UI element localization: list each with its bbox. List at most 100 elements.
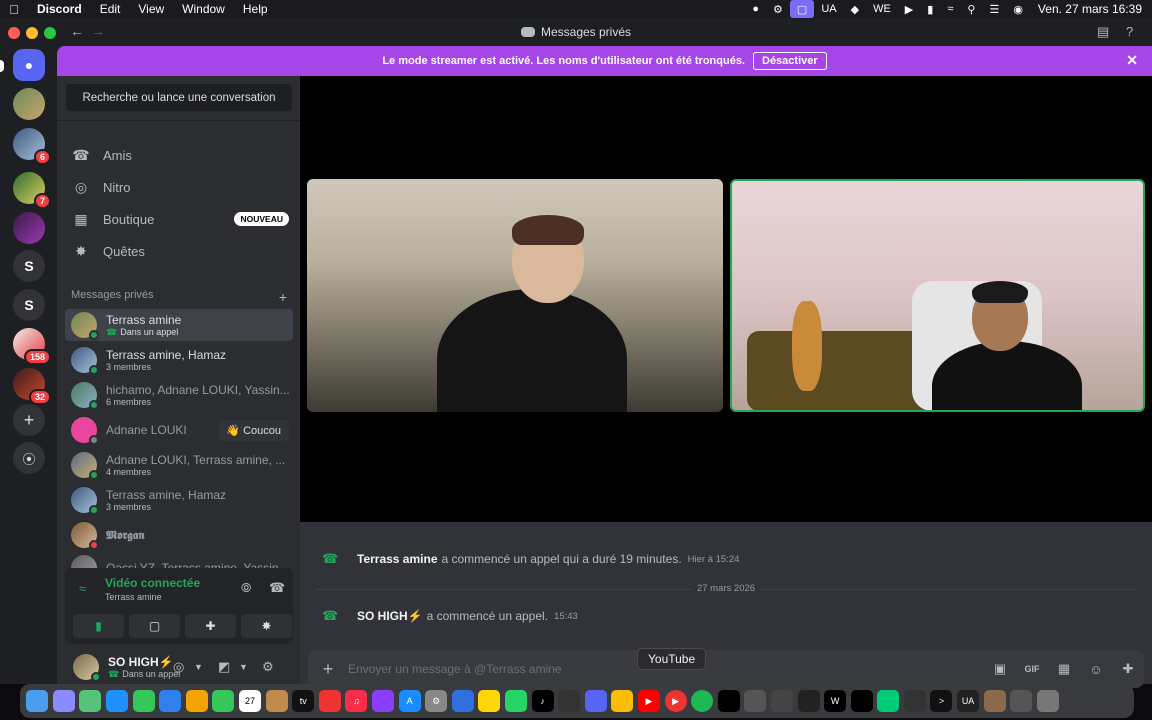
- music-icon[interactable]: ♫: [345, 690, 368, 712]
- terminal-icon[interactable]: >: [930, 690, 953, 712]
- wifi-icon[interactable]: ≈: [940, 0, 960, 18]
- add-server-button[interactable]: +: [13, 404, 45, 436]
- server-s-1[interactable]: S: [13, 250, 45, 282]
- server-6[interactable]: 32: [13, 368, 51, 405]
- attach-plus-icon[interactable]: +: [308, 659, 348, 680]
- screen-share-icon[interactable]: ▢: [789, 0, 815, 18]
- messages-icon[interactable]: [132, 690, 155, 712]
- disable-streamer-button[interactable]: Désactiver: [753, 52, 827, 70]
- photos-icon[interactable]: [185, 690, 208, 712]
- webex-icon[interactable]: [451, 690, 474, 712]
- close-icon[interactable]: ✕: [1126, 52, 1138, 69]
- video-tile-terrass[interactable]: [307, 179, 723, 412]
- new-dm-icon[interactable]: +: [279, 289, 287, 305]
- diamond-icon[interactable]: ◆: [844, 0, 866, 18]
- server-1[interactable]: [13, 88, 45, 120]
- apple-icon[interactable]: : [0, 2, 28, 17]
- ableton-icon[interactable]: [877, 690, 900, 712]
- app-store-icon[interactable]: A: [398, 690, 421, 712]
- camera-button[interactable]: ▮: [73, 614, 124, 638]
- soundboard-button[interactable]: ✸: [241, 614, 292, 638]
- play-icon[interactable]: ▶: [898, 0, 920, 18]
- nav-nitro[interactable]: ◎ Nitro: [65, 173, 293, 201]
- server-s-2[interactable]: S: [13, 289, 45, 321]
- screen-share-button[interactable]: ▢: [129, 614, 180, 638]
- disconnect-icon[interactable]: ☎: [269, 580, 285, 596]
- emoji-icon[interactable]: ☺: [1080, 662, 1112, 677]
- appletv-icon[interactable]: tv: [292, 690, 315, 712]
- downloads-icon[interactable]: [1010, 690, 1033, 712]
- dm-item[interactable]: 𝕸𝖔𝖗𝖌𝖆𝖓: [65, 519, 293, 551]
- chevron-down-icon[interactable]: ▼: [239, 662, 248, 672]
- dm-item[interactable]: Adnane LOUKI, Terrass amine, ... 4 membre…: [65, 449, 293, 481]
- server-5[interactable]: 158: [13, 328, 51, 365]
- record-icon[interactable]: ●: [745, 0, 766, 18]
- siri-icon[interactable]: ◉: [1006, 0, 1030, 18]
- explore-servers-icon[interactable]: ⦿: [13, 442, 45, 474]
- message-author[interactable]: Terrass amine: [357, 552, 438, 566]
- notes-icon[interactable]: [478, 690, 501, 712]
- gif-icon[interactable]: GIF: [1016, 664, 1048, 674]
- nav-friends[interactable]: ☎ Amis: [65, 141, 293, 169]
- preview-icon[interactable]: [983, 690, 1006, 712]
- activity-monitor-icon[interactable]: [558, 690, 581, 712]
- menu-help[interactable]: Help: [234, 2, 277, 16]
- system-settings-icon[interactable]: ⚙: [425, 690, 448, 712]
- waves-icon[interactable]: W: [824, 690, 847, 712]
- settings-gear-icon[interactable]: ⚙: [262, 659, 274, 675]
- menu-clock[interactable]: Ven. 27 mars 16:39: [1030, 2, 1152, 16]
- activities-button[interactable]: ✚: [185, 614, 236, 638]
- menu-window[interactable]: Window: [173, 2, 234, 16]
- dm-item[interactable]: Terrass amine, Hamaz 3 membres: [65, 344, 293, 376]
- discord-icon[interactable]: [584, 690, 607, 712]
- capcut-icon[interactable]: [717, 690, 740, 712]
- inbox-icon[interactable]: ▤: [1097, 24, 1109, 40]
- nav-shop[interactable]: ▦ Boutique NOUVEAU: [65, 205, 293, 233]
- finder-icon[interactable]: [26, 690, 49, 712]
- tiktok-icon[interactable]: ♪: [531, 690, 554, 712]
- menu-app-name[interactable]: Discord: [28, 2, 91, 16]
- podcasts-icon[interactable]: [372, 690, 395, 712]
- utility-icon[interactable]: [770, 690, 793, 712]
- message-author[interactable]: SO HIGH⚡: [357, 609, 423, 623]
- facetime-icon[interactable]: [212, 690, 235, 712]
- dm-item[interactable]: Adnane LOUKI 👋 Coucou: [65, 414, 293, 446]
- steam-icon[interactable]: ⚙: [766, 0, 790, 18]
- control-center-icon[interactable]: ☰: [982, 0, 1006, 18]
- server-4[interactable]: [13, 212, 45, 244]
- headphones-icon[interactable]: ◩: [218, 659, 230, 675]
- sticker-icon[interactable]: ▦: [1048, 661, 1080, 677]
- nav-quests[interactable]: ✸ Quêtes: [65, 237, 293, 265]
- dm-item[interactable]: hichamo, Adnane LOUKI, Yassin... 6 membre…: [65, 379, 293, 411]
- wave-button[interactable]: 👋 Coucou: [218, 419, 289, 441]
- ua-connect-icon[interactable]: UA: [957, 690, 980, 712]
- battery-icon[interactable]: ▮: [920, 0, 940, 18]
- calendar-icon[interactable]: 27: [239, 690, 262, 712]
- server-3[interactable]: 7: [13, 172, 51, 209]
- hdr-icon[interactable]: [903, 690, 926, 712]
- news-icon[interactable]: [318, 690, 341, 712]
- voice-channel[interactable]: Terrass amine: [105, 592, 162, 602]
- apps-icon[interactable]: ✚: [1112, 661, 1144, 677]
- noise-suppression-icon[interactable]: ⦾: [241, 580, 251, 596]
- youtube-icon[interactable]: ▶: [637, 690, 660, 712]
- status-we[interactable]: WE: [866, 0, 898, 18]
- dm-item[interactable]: Terrass amine, Hamaz 3 membres: [65, 484, 293, 516]
- dm-item[interactable]: Terrass amineDans un appel: [65, 309, 293, 341]
- mail-icon[interactable]: [159, 690, 182, 712]
- search-icon[interactable]: ⚲: [960, 0, 982, 18]
- voice-status[interactable]: Vidéo connectée: [105, 576, 200, 590]
- launchpad-icon[interactable]: [52, 690, 75, 712]
- whatsapp-icon[interactable]: [504, 690, 527, 712]
- davinci-icon[interactable]: [744, 690, 767, 712]
- help-icon[interactable]: ?: [1126, 24, 1133, 39]
- steam-dock-icon[interactable]: [797, 690, 820, 712]
- microphone-icon[interactable]: ◎: [173, 659, 184, 675]
- maps-icon[interactable]: [79, 690, 102, 712]
- gift-icon[interactable]: ▣: [984, 661, 1016, 677]
- chevron-down-icon[interactable]: ▼: [194, 662, 203, 672]
- status-ua[interactable]: UA: [814, 0, 843, 18]
- user-avatar[interactable]: [73, 654, 101, 682]
- plugin-icon[interactable]: [850, 690, 873, 712]
- youtube-music-icon[interactable]: ▶: [664, 690, 687, 712]
